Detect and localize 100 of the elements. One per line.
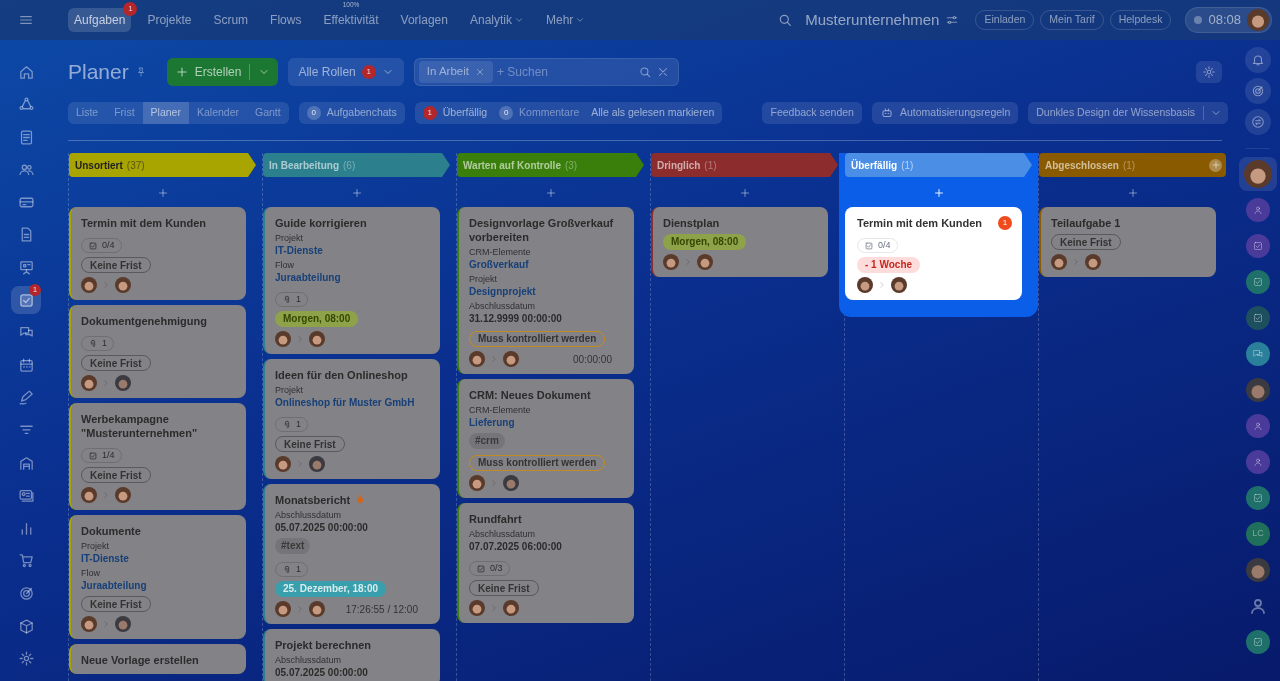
create-button[interactable]: Erstellen — [166, 58, 279, 86]
column-count: (1) — [1122, 158, 1136, 173]
counter-filter[interactable]: 1 Überfällig — [422, 105, 488, 121]
task-card[interactable]: Projekt berechnen Abschlussdatum 05.07.2025 00:00:00 — [263, 629, 440, 681]
view-tab[interactable]: Frist — [106, 102, 143, 124]
task-title[interactable]: Werbekampagne "Musterunternehmen" — [81, 412, 236, 440]
field-label: Projekt — [275, 384, 304, 396]
clock-widget[interactable]: 08:08 — [1185, 7, 1272, 33]
task-title[interactable]: Ideen für den Onlineshop — [275, 368, 408, 382]
field-value: 07.07.2025 06:00:00 — [469, 540, 563, 553]
mark-read-link[interactable]: Alle als gelesen markieren — [591, 105, 715, 121]
column-count: (1) — [901, 158, 914, 173]
task-card[interactable]: Termin mit dem Kunden 1 0/4 - 1 Woche — [845, 207, 1022, 300]
feedback-button[interactable]: Feedback senden — [762, 102, 862, 124]
task-title[interactable]: Guide korrigieren — [275, 216, 367, 230]
clock-time: 08:08 — [1208, 11, 1241, 30]
view-tab[interactable]: Kalender — [188, 102, 247, 124]
company-name[interactable]: Musterunternehmen — [805, 8, 940, 32]
nav-tab[interactable]: Scrum — [207, 8, 255, 32]
task-title[interactable]: Dokumente — [81, 524, 141, 538]
task-card[interactable]: Teilaufgabe 1 Keine Frist — [1039, 207, 1216, 277]
task-card[interactable]: Rundfahrt Abschlussdatum 07.07.2025 06:00:00 0/3 Keine Frist — [457, 503, 634, 623]
column-count: (3) — [564, 158, 578, 173]
nav-tab[interactable]: Flows — [264, 8, 308, 32]
task-card[interactable]: Neue Vorlage erstellen — [69, 644, 246, 674]
column-count: (37) — [126, 158, 145, 173]
column-title: Unsortiert — [75, 158, 123, 173]
notification-badge: 1 — [29, 284, 41, 297]
deadline-pill[interactable]: Morgen, 08:00 — [663, 234, 747, 250]
column-title: Dringlich — [657, 158, 701, 173]
field-link[interactable]: Lieferung — [469, 416, 624, 429]
field-label: CRM-Elemente — [469, 246, 532, 258]
field-value: 05.07.2025 00:00:00 — [275, 521, 369, 534]
tag[interactable]: #text — [275, 538, 311, 554]
field-link[interactable]: Designprojekt — [469, 285, 624, 298]
field-label: Abschlussdatum — [469, 300, 537, 312]
task-title[interactable]: Dokumentgenehmigung — [81, 314, 207, 328]
counter-filter[interactable]: 0 Kommentare — [499, 105, 580, 121]
field-label: Projekt — [81, 540, 110, 552]
field-link[interactable]: Juraabteilung — [81, 579, 236, 592]
task-title[interactable]: Projekt berechnen — [275, 638, 371, 652]
column-title: Warten auf Kontrolle — [463, 158, 561, 173]
roles-filter[interactable]: Alle Rollen 1 — [288, 58, 404, 86]
task-card[interactable]: CRM: Neues Dokument CRM-Elemente Lieferung #crm Muss kontrolliert werden — [457, 379, 634, 498]
filter-chip[interactable]: In Arbeit — [418, 61, 493, 83]
task-card[interactable]: Designvorlage Großverkauf vorbereiten CRM-Elemente Großverkauf Projekt Designprojekt Abschlussdatum 31.12.9999 00:00:00 Muss kontrolliert werden 00:00:00 — [457, 207, 634, 374]
field-value: 31.12.9999 00:00:00 — [469, 312, 563, 325]
field-link[interactable]: Onlineshop für Muster GmbH — [275, 396, 430, 409]
task-card[interactable]: Monatsbericht Abschlussdatum 05.07.2025 00:00:00 #text 1 25. Dezember, 18:00 17:26:55 / 12:00 — [263, 484, 440, 624]
task-title[interactable]: Monatsbericht — [275, 493, 351, 507]
field-link[interactable]: IT-Dienste — [275, 244, 430, 257]
theme-select[interactable]: Dunkles Design der Wissensbasis — [1028, 102, 1228, 124]
field-link[interactable]: Juraabteilung — [275, 271, 430, 284]
nav-tab[interactable]: Projekte — [141, 8, 198, 32]
nav-tab[interactable]: Analytik — [463, 8, 530, 32]
task-title[interactable]: Dienstplan — [663, 216, 720, 230]
field-link[interactable]: IT-Dienste — [81, 552, 236, 565]
unread-badge: 1 — [998, 216, 1012, 230]
column-count: (6) — [343, 158, 356, 173]
deadline-pill[interactable]: 25. Dezember, 18:00 — [275, 581, 387, 597]
deadline-pill[interactable]: - 1 Woche — [857, 257, 921, 273]
counter-badge: 1 — [422, 106, 437, 120]
deadline-pill[interactable]: Morgen, 08:00 — [275, 311, 359, 327]
initials-text: LC — [1252, 527, 1264, 541]
task-card[interactable]: Guide korrigieren Projekt IT-Dienste Flow Juraabteilung 1 Morgen, 08:00 — [263, 207, 440, 354]
field-value: 05.07.2025 00:00:00 — [275, 666, 369, 679]
task-card[interactable]: Dokumentgenehmigung 1 Keine Frist — [69, 305, 246, 398]
automation-button[interactable]: Automatisierungsregeln — [871, 102, 1019, 124]
field-link[interactable]: Großverkauf — [469, 258, 624, 271]
notification-badge: 1 — [361, 65, 376, 79]
task-title[interactable]: Designvorlage Großverkauf vorbereiten — [469, 216, 624, 244]
nav-tab[interactable]: Mehr — [540, 8, 592, 32]
counter-badge: 0 — [499, 106, 514, 120]
field-label: Projekt — [275, 232, 304, 244]
task-title[interactable]: CRM: Neues Dokument — [469, 388, 591, 402]
chats-button[interactable]: 0 Aufgabenchats — [298, 102, 405, 124]
task-card[interactable]: Werbekampagne "Musterunternehmen" 1/4 Keine Frist — [69, 403, 246, 510]
sidebar-button[interactable]: 1 — [11, 286, 41, 315]
task-card[interactable]: Dienstplan Morgen, 08:00 — [651, 207, 828, 277]
nav-tab[interactable]: Vorlagen — [394, 8, 454, 32]
timer-text: 00:00:00 — [573, 352, 612, 367]
view-tab[interactable]: Liste — [68, 102, 107, 124]
task-title[interactable]: Termin mit dem Kunden — [81, 216, 207, 230]
task-title[interactable]: Teilaufgabe 1 — [1051, 216, 1121, 230]
task-title[interactable]: Neue Vorlage erstellen — [81, 653, 199, 667]
view-tab[interactable]: Planer — [142, 102, 189, 124]
task-card[interactable]: Dokumente Projekt IT-Dienste Flow Juraabteilung Keine Frist — [69, 515, 246, 639]
field-label: Abschlussdatum — [275, 654, 343, 666]
task-title[interactable]: Rundfahrt — [469, 512, 522, 526]
view-tab[interactable]: Gantt — [247, 102, 289, 124]
tag[interactable]: #crm — [469, 433, 505, 449]
chat-item[interactable]: LC — [1239, 517, 1277, 551]
task-title[interactable]: Termin mit dem Kunden — [857, 216, 983, 230]
column-title: Überfällig — [851, 158, 898, 173]
nav-tab[interactable]: Effektivität — [317, 8, 385, 32]
field-label: Flow — [81, 567, 101, 579]
column-count: (1) — [704, 158, 717, 173]
task-card[interactable]: Ideen für den Onlineshop Projekt Onlineshop für Muster GmbH 1 Keine Frist — [263, 359, 440, 479]
task-card[interactable]: Termin mit dem Kunden 0/4 Keine Frist — [69, 207, 246, 300]
search-field[interactable]: In Arbeit + Suchen — [413, 58, 679, 86]
